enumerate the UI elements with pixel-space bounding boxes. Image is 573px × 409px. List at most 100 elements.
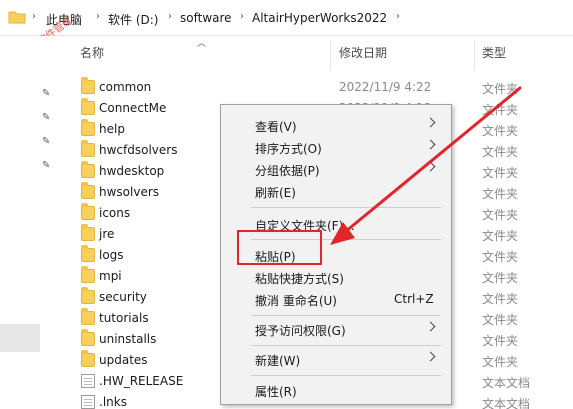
folder-icon (81, 98, 95, 115)
file-type: 文件夹 (482, 187, 519, 201)
file-name: help (99, 122, 125, 136)
column-divider[interactable] (330, 40, 331, 70)
file-name: hwsolvers (99, 185, 160, 199)
breadcrumb-chevron-icon[interactable]: › (396, 11, 400, 22)
breadcrumb-item-drive[interactable]: 软件 (D:) (108, 11, 158, 28)
column-divider[interactable] (474, 40, 475, 70)
file-name: hwdesktop (99, 164, 165, 178)
file-type: 文件夹 (482, 355, 519, 369)
folder-icon (81, 350, 95, 367)
file-type: 文件夹 (482, 103, 519, 117)
file-row-common[interactable]: common 2022/11/9 4:22 文件夹 (75, 77, 573, 98)
folder-icon (81, 329, 95, 346)
file-type: 文件夹 (482, 313, 519, 327)
menu-item-new[interactable]: 新建(W) (221, 348, 451, 370)
file-name: common (99, 80, 152, 94)
folder-icon (81, 140, 95, 157)
menu-item-label: 查看(V) (255, 120, 297, 134)
breadcrumb-item-this-pc[interactable]: 此电脑 (46, 11, 82, 28)
file-type: 文件夹 (482, 250, 519, 264)
paste-highlight-box (237, 230, 322, 265)
menu-item-view[interactable]: 查看(V) (221, 114, 451, 136)
pin-icon[interactable]: ✎ (42, 136, 54, 148)
file-type: 文件夹 (482, 229, 519, 243)
sort-ascending-icon: ︿ (197, 39, 207, 49)
menu-divider (251, 375, 441, 376)
folder-icon (81, 308, 95, 325)
menu-item-label: 排序方式(O) (255, 142, 322, 156)
text-document-icon (81, 395, 95, 409)
text-document-icon (81, 374, 95, 388)
file-name: updates (99, 353, 148, 367)
submenu-arrow-icon (425, 351, 436, 362)
menu-item-group[interactable]: 分组依据(P) (221, 158, 451, 180)
menu-divider (251, 345, 441, 346)
submenu-arrow-icon (425, 161, 436, 172)
file-name: mpi (99, 269, 122, 283)
folder-icon (81, 77, 95, 94)
breadcrumb-chevron-icon[interactable]: › (240, 11, 244, 22)
folder-icon (8, 11, 26, 24)
menu-item-shortcut: Ctrl+Z (394, 292, 434, 306)
folder-icon (81, 182, 95, 199)
folder-icon (81, 119, 95, 136)
submenu-arrow-icon (425, 117, 436, 128)
column-header-type[interactable]: 类型 (482, 44, 506, 68)
menu-item-grant-access[interactable]: 授予访问权限(G) (221, 318, 451, 340)
column-header-name[interactable]: 名称 (80, 44, 104, 68)
menu-divider (251, 315, 441, 316)
submenu-arrow-icon (425, 321, 436, 332)
file-type: 文件夹 (482, 145, 519, 159)
menu-item-label: 属性(R) (255, 385, 297, 399)
file-name: tutorials (99, 311, 149, 325)
file-type: 文件夹 (482, 166, 519, 180)
file-name: ConnectMe (99, 101, 167, 115)
menu-item-label: 新建(W) (255, 354, 301, 368)
menu-item-paste-shortcut[interactable]: 粘贴快捷方式(S) (221, 266, 451, 288)
folder-icon (81, 203, 95, 220)
submenu-arrow-icon (425, 139, 436, 150)
file-type: 文本文档 (482, 376, 531, 390)
folder-icon (81, 161, 95, 178)
file-type: 文件夹 (482, 334, 519, 348)
folder-icon (81, 287, 95, 304)
breadcrumb-chevron-icon[interactable]: › (168, 11, 172, 22)
menu-divider (251, 207, 441, 208)
menu-item-label: 授予访问权限(G) (255, 324, 346, 338)
file-type: 文本文档 (482, 397, 531, 409)
file-name: icons (99, 206, 131, 220)
menu-item-label: 撤消 重命名(U) (255, 294, 337, 308)
menu-item-refresh[interactable]: 刷新(E) (221, 180, 451, 202)
file-name: uninstalls (99, 332, 157, 346)
file-name: logs (99, 248, 124, 262)
file-name: jre (99, 227, 115, 241)
file-type: 文件夹 (482, 208, 519, 222)
menu-item-label: 粘贴快捷方式(S) (255, 272, 344, 286)
folder-icon (81, 266, 95, 283)
folder-icon (81, 245, 95, 262)
nav-selected-item[interactable] (0, 324, 40, 352)
pin-icon[interactable]: ✎ (42, 160, 54, 172)
breadcrumb-chevron-icon[interactable]: › (32, 11, 36, 22)
breadcrumb-item-current-folder[interactable]: AltairHyperWorks2022 (252, 11, 387, 25)
pin-icon[interactable]: ✎ (42, 112, 54, 124)
breadcrumb-item-software[interactable]: software (180, 11, 232, 25)
menu-item-properties[interactable]: 属性(R) (221, 379, 451, 401)
column-header-date[interactable]: 修改日期 (339, 44, 387, 68)
file-type: 文件夹 (482, 82, 519, 96)
address-bar: › 此电脑 › 软件 (D:) › software › AltairHyper… (0, 0, 573, 36)
file-name: .HW_RELEASE (99, 374, 184, 388)
file-type: 文件夹 (482, 124, 519, 138)
file-name: hwcfdsolvers (99, 143, 178, 157)
folder-icon (81, 224, 95, 241)
menu-item-label: 刷新(E) (255, 186, 296, 200)
menu-item-undo-rename[interactable]: 撤消 重命名(U) Ctrl+Z (221, 288, 451, 310)
file-type: 文件夹 (482, 292, 519, 306)
file-name: .lnks (99, 395, 127, 409)
file-name: security (99, 290, 147, 304)
menu-item-sort[interactable]: 排序方式(O) (221, 136, 451, 158)
breadcrumb-chevron-icon[interactable]: › (96, 11, 100, 22)
file-type: 文件夹 (482, 271, 519, 285)
pin-icon[interactable]: ✎ (42, 88, 54, 100)
navigation-pane: ✎ ✎ ✎ ✎ (0, 36, 62, 409)
